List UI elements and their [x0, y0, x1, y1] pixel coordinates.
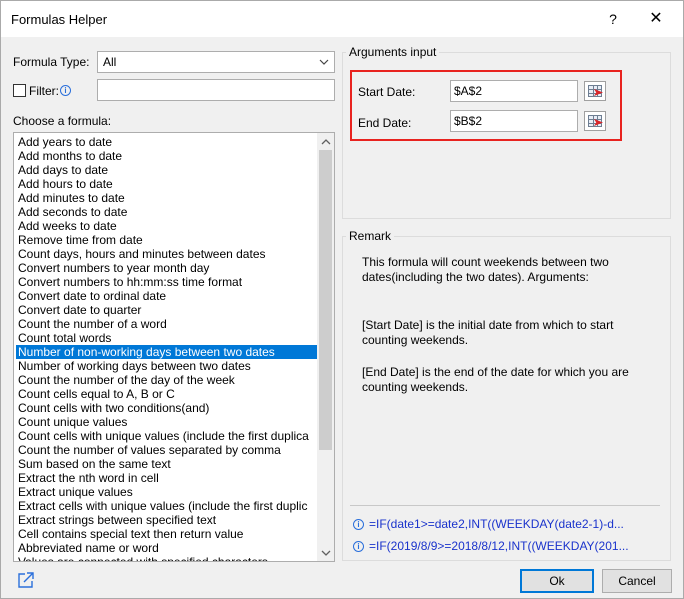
title-bar: Formulas Helper ? ✕ [1, 1, 683, 37]
choose-formula-label: Choose a formula: [13, 114, 112, 128]
formula-list-item[interactable]: Number of non-working days between two d… [16, 345, 318, 359]
window-title: Formulas Helper [11, 12, 108, 27]
formula-type-select[interactable]: All [97, 51, 335, 73]
formula-list-item[interactable]: Count cells equal to A, B or C [16, 387, 318, 401]
formula-list-item[interactable]: Remove time from date [16, 233, 318, 247]
formula-list-item[interactable]: Values are connected with specified char… [16, 555, 318, 561]
formula-list-item[interactable]: Add years to date [16, 135, 318, 149]
start-date-input[interactable]: $A$2 [450, 80, 578, 102]
help-button[interactable]: ? [601, 8, 625, 30]
filter-input[interactable] [97, 79, 335, 101]
remark-line: dates(including the two dates). Argument… [362, 270, 589, 284]
formula-list-scrollbar[interactable] [317, 133, 334, 561]
filter-label: Filter: [29, 84, 59, 98]
chevron-down-icon [318, 52, 330, 80]
formula-list-item[interactable]: Sum based on the same text [16, 457, 318, 471]
formula-type-value: All [103, 55, 117, 69]
formula-list-item[interactable]: Convert numbers to year month day [16, 261, 318, 275]
remark-line: This formula will count weekends between… [362, 255, 609, 269]
formula-list-item[interactable]: Cell contains special text then return v… [16, 527, 318, 541]
formula-list-item[interactable]: Add days to date [16, 163, 318, 177]
formula-list-item[interactable]: Count the number of the day of the week [16, 373, 318, 387]
scroll-down-icon[interactable] [317, 544, 334, 561]
formula-list-item[interactable]: Count unique values [16, 415, 318, 429]
remark-end-date-desc: [End Date] is the end of the date for wh… [362, 365, 652, 395]
end-date-input[interactable]: $B$2 [450, 110, 578, 132]
scroll-up-icon[interactable] [317, 133, 334, 150]
formula-list-item[interactable]: Convert numbers to hh:mm:ss time format [16, 275, 318, 289]
remark-description: This formula will count weekends between… [362, 255, 652, 285]
formula-list-items: Add years to date Add months to date Add d… [16, 135, 318, 561]
end-date-range-picker-button[interactable] [584, 111, 606, 131]
formula-list-item[interactable]: Add hours to date [16, 177, 318, 191]
formula-list-item[interactable]: Extract cells with unique values (includ… [16, 499, 318, 513]
cancel-button[interactable]: Cancel [602, 569, 672, 593]
remark-line: counting weekends. [362, 333, 469, 347]
filter-info-icon[interactable]: i [60, 85, 71, 96]
formula-list-item[interactable]: Add weeks to date [16, 219, 318, 233]
start-date-range-picker-button[interactable] [584, 81, 606, 101]
arguments-group-title: Arguments input [346, 45, 440, 59]
start-date-label: Start Date: [358, 85, 416, 99]
formula-syntax: =IF(date1>=date2,INT((WEEKDAY(date2-1)-d… [369, 517, 624, 531]
formula-list-item[interactable]: Abbreviated name or word [16, 541, 318, 555]
formula-list-item[interactable]: Count the number of values separated by … [16, 443, 318, 457]
external-link-icon[interactable] [17, 571, 35, 589]
formula-list-item[interactable]: Count the number of a word [16, 317, 318, 331]
end-date-label: End Date: [358, 116, 412, 130]
formula-list-item[interactable]: Add minutes to date [16, 191, 318, 205]
filter-checkbox[interactable] [13, 84, 26, 97]
ok-button[interactable]: Ok [520, 569, 594, 593]
formula-type-label: Formula Type: [13, 55, 90, 69]
formula-list-item[interactable]: Count days, hours and minutes between da… [16, 247, 318, 261]
formula-list-item[interactable]: Count cells with unique values (include … [16, 429, 318, 443]
formula-list-item[interactable]: Extract strings between specified text [16, 513, 318, 527]
formulas-helper-dialog: Formulas Helper ? ✕ Formula Type: All Fi… [0, 0, 684, 599]
info-icon: i [353, 519, 364, 531]
remark-start-date-desc: [Start Date] is the initial date from wh… [362, 318, 652, 348]
formula-list[interactable]: Add years to date Add months to date Add d… [13, 132, 335, 562]
formula-list-item[interactable]: Add months to date [16, 149, 318, 163]
formula-list-item[interactable]: Extract the nth word in cell [16, 471, 318, 485]
formula-list-item[interactable]: Convert date to quarter [16, 303, 318, 317]
formula-example-line: i =IF(2019/8/9>=2018/8/12,INT((WEEKDAY(20… [353, 539, 629, 553]
remark-group-title: Remark [346, 229, 395, 243]
remark-divider [350, 505, 660, 506]
formula-list-item[interactable]: Number of working days between two dates [16, 359, 318, 373]
formula-list-item[interactable]: Add seconds to date [16, 205, 318, 219]
formula-list-item[interactable]: Count total words [16, 331, 318, 345]
remark-line: [Start Date] is the initial date from wh… [362, 318, 614, 332]
info-icon: i [353, 541, 364, 553]
formula-example: =IF(2019/8/9>=2018/8/12,INT((WEEKDAY(201… [369, 539, 629, 553]
formula-list-item[interactable]: Convert date to ordinal date [16, 289, 318, 303]
formula-list-item[interactable]: Extract unique values [16, 485, 318, 499]
close-button[interactable]: ✕ [641, 8, 671, 30]
remark-line: [End Date] is the end of the date for wh… [362, 365, 629, 379]
remark-line: counting weekends. [362, 380, 469, 394]
formula-list-item[interactable]: Count cells with two conditions(and) [16, 401, 318, 415]
scroll-thumb[interactable] [319, 150, 332, 450]
formula-syntax-line: i =IF(date1>=date2,INT((WEEKDAY(date2-1)-… [353, 517, 624, 531]
